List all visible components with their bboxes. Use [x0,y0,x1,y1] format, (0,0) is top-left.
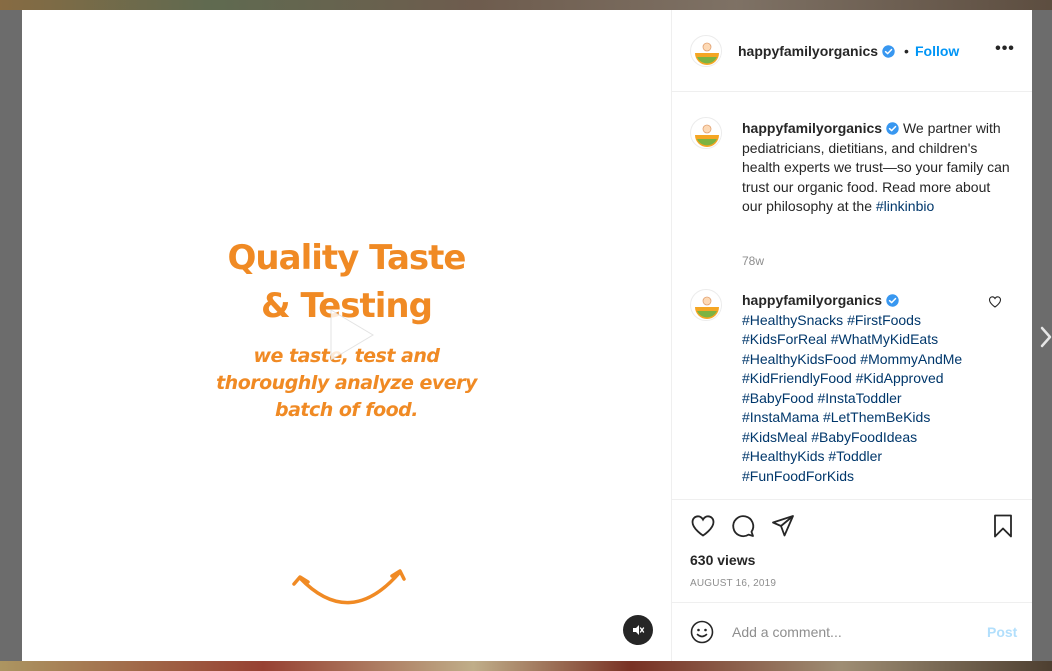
verified-badge-icon [882,45,895,58]
comment-input[interactable] [732,617,962,647]
comment-text: happyfamilyorganics #HealthySnacks #Firs… [742,291,972,486]
hashtag-link[interactable]: #InstaMama [742,409,819,425]
hashtag-link[interactable]: #Toddler [828,448,882,464]
hashtag-link[interactable]: #FunFoodForKids [742,468,854,484]
follow-button[interactable]: Follow [915,42,959,60]
speaker-muted-icon [633,625,645,635]
hashtag-link[interactable]: #InstaToddler [818,390,902,406]
avatar[interactable] [690,35,722,67]
hashtag-link[interactable]: #KidApproved [856,370,944,386]
verified-badge-icon [886,294,899,307]
header-username-text: happyfamilyorganics [738,43,879,59]
post-actions: 630 views AUGUST 16, 2019 [672,499,1032,602]
bookmark-icon[interactable] [990,513,1016,539]
hashtag-link[interactable]: #LetThemBeKids [823,409,930,425]
heart-icon[interactable] [690,513,716,539]
mute-button[interactable] [623,615,653,645]
hashtag-link[interactable]: #HealthyKids [742,448,825,464]
play-icon[interactable] [313,300,383,370]
post-comment-button[interactable]: Post [987,624,1017,640]
comment-username[interactable]: happyfamilyorganics [742,292,882,308]
hashtag-link[interactable]: #KidFriendlyFood [742,370,852,386]
comments-list[interactable]: happyfamilyorganics We partner with pedi… [672,93,1032,499]
heart-icon[interactable] [988,295,1002,309]
subline-line-3: batch of food. [274,399,419,421]
hashtag-link[interactable]: #HealthyKidsFood [742,351,856,367]
hashtag-link[interactable]: #KidsForReal [742,331,827,347]
brand-logo-icon [693,120,721,148]
hashtag-link[interactable]: #KidsMeal [742,429,807,445]
post-header: happyfamilyorganics • Follow ••• [672,10,1032,92]
verified-badge-icon [886,122,899,135]
smile-graphic [292,569,406,605]
background-feed-strip-top [0,0,1052,10]
hashtag-link[interactable]: #FirstFoods [847,312,921,328]
hashtag-link[interactable]: #BabyFoodIdeas [811,429,917,445]
avatar[interactable] [690,117,722,149]
caption-hashtag-link[interactable]: #linkinbio [876,198,934,214]
header-separator-dot: • [904,43,909,59]
post-date[interactable]: AUGUST 16, 2019 [690,578,776,589]
caption-username[interactable]: happyfamilyorganics [742,120,882,136]
add-comment-bar: Post [672,602,1032,661]
subline-line-2: thoroughly analyze every [216,372,477,394]
hashtag-link[interactable]: #MommyAndMe [860,351,962,367]
hashtag-link[interactable]: #BabyFood [742,390,814,406]
header-username[interactable]: happyfamilyorganics [738,42,895,60]
emoji-icon[interactable] [690,620,714,644]
paper-plane-icon[interactable] [770,513,796,539]
caption-timestamp[interactable]: 78w [742,254,764,268]
post-side-panel: happyfamilyorganics • Follow ••• happyfa… [671,10,1032,661]
post-modal: Quality Taste & Testing we taste, test a… [22,10,1032,661]
hashtag-link[interactable]: #HealthySnacks [742,312,843,328]
background-feed-strip-bottom [0,661,1052,671]
brand-logo-icon [693,292,721,320]
avatar[interactable] [690,289,722,321]
post-media-video[interactable]: Quality Taste & Testing we taste, test a… [22,10,671,661]
caption-text: happyfamilyorganics We partner with pedi… [742,119,1012,217]
brand-logo-icon [693,38,721,66]
comment-bubble-icon[interactable] [730,513,756,539]
chevron-right-icon[interactable] [1040,322,1052,352]
more-options-button[interactable]: ••• [994,38,1016,60]
hashtag-link[interactable]: #WhatMyKidEats [831,331,938,347]
views-count[interactable]: 630 views [690,552,755,568]
headline-line-1: Quality Taste [227,238,467,278]
